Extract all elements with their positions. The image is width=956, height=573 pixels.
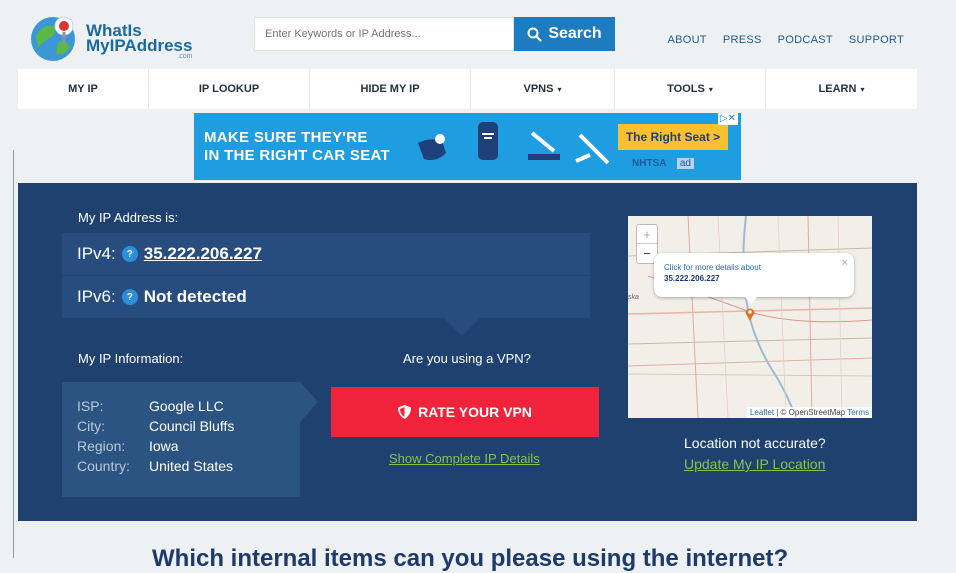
site-header: WhatIs MyIPAddress .com Search ABOUT PRE…: [0, 0, 956, 68]
nav-item-ip-lookup[interactable]: IP LOOKUP: [149, 69, 310, 109]
site-logo[interactable]: WhatIs MyIPAddress .com: [28, 12, 192, 64]
section-heading: Which internal items can you please usin…: [152, 545, 789, 572]
city-value: Council Bluffs: [149, 418, 235, 434]
page-divider: [13, 150, 14, 558]
nav-item-hide-my-ip[interactable]: HIDE MY IP: [310, 69, 471, 109]
nav-label: MY IP: [68, 83, 98, 95]
search-button[interactable]: Search: [514, 17, 615, 51]
top-link-support[interactable]: SUPPORT: [849, 34, 904, 46]
booster-cushion-icon: [528, 131, 560, 160]
rate-vpn-label: RATE YOUR VPN: [418, 404, 532, 420]
nav-item-learn[interactable]: LEARN ▾: [766, 69, 917, 109]
popup-ip: 35.222.206.227: [664, 274, 720, 283]
nav-item-tools[interactable]: TOOLS ▾: [615, 69, 766, 109]
top-link-press[interactable]: PRESS: [723, 34, 762, 46]
ad-sponsor: NHTSA ad: [632, 158, 694, 169]
map-marker-icon[interactable]: [745, 307, 755, 321]
popup-text: Click for more details about: [664, 263, 761, 272]
leaflet-link[interactable]: Leaflet: [750, 408, 774, 417]
vpn-question: Are you using a VPN?: [403, 351, 531, 366]
nav-item-my-ip[interactable]: MY IP: [18, 69, 149, 109]
ipv6-label: IPv6:: [77, 287, 116, 306]
nav-label: LEARN: [818, 83, 857, 95]
ip-info-panel: My IP Address is: IPv4: ? 35.222.206.227…: [18, 183, 917, 521]
globe-logo-icon: [31, 16, 75, 61]
booster-seat-icon: [478, 122, 498, 160]
top-link-about[interactable]: ABOUT: [667, 34, 706, 46]
map-attribution: Leaflet | © OpenStreetMap Terms: [746, 407, 872, 418]
region-key: Region:: [77, 438, 126, 454]
shield-icon: [398, 405, 412, 419]
search-icon: [527, 27, 542, 42]
seat-belt-icon: [575, 133, 610, 165]
search-input[interactable]: [254, 17, 514, 51]
country-value: United States: [149, 458, 234, 474]
nav-label: HIDE MY IP: [360, 83, 420, 95]
map-state-label: ska: [628, 294, 639, 301]
country-key: Country:: [77, 458, 130, 474]
help-icon[interactable]: ?: [121, 289, 138, 305]
chevron-down-icon: ▾: [860, 84, 865, 94]
ipv4-row: IPv4: ? 35.222.206.227: [62, 233, 590, 275]
rate-vpn-button[interactable]: RATE YOUR VPN: [331, 387, 599, 437]
nav-label: TOOLS: [667, 83, 705, 95]
chevron-down-icon: ▾: [708, 84, 713, 94]
top-links: ABOUT PRESS PODCAST SUPPORT: [667, 34, 904, 46]
ad-close-icon[interactable]: ▷✕: [717, 113, 738, 125]
help-icon[interactable]: ?: [121, 246, 138, 262]
location-map[interactable]: + − ska Click for more details about 35.…: [628, 216, 872, 418]
ad-cta-button[interactable]: The Right Seat >: [618, 124, 728, 150]
logo-wordmark: WhatIs MyIPAddress .com: [86, 21, 193, 60]
update-location-link[interactable]: Update My IP Location: [684, 456, 825, 472]
chevron-down-icon: ▾: [557, 84, 562, 94]
region-value: Iowa: [149, 438, 179, 454]
popup-pointer: [744, 296, 758, 304]
show-ip-details-link[interactable]: Show Complete IP Details: [389, 451, 540, 466]
ipv6-value: Not detected: [143, 287, 247, 306]
map-popup[interactable]: Click for more details about 35.222.206.…: [654, 253, 854, 297]
ipv4-label: IPv4:: [77, 244, 116, 263]
info-box-pointer: [300, 382, 318, 422]
search-button-label: Search: [548, 25, 602, 42]
car-seat-ad-banner[interactable]: MAKE SURE THEY'RE IN THE RIGHT CAR SEAT …: [194, 113, 741, 180]
nav-label: IP LOOKUP: [198, 83, 260, 95]
main-nav: MY IP IP LOOKUP HIDE MY IP VPNS ▾ TOOLS ▾ …: [18, 69, 917, 109]
zoom-in-button[interactable]: +: [637, 225, 657, 244]
popup-close-icon[interactable]: ×: [842, 257, 848, 269]
nav-label: VPNS: [523, 83, 554, 95]
isp-key: ISP:: [77, 398, 104, 414]
car-seat-icon: [418, 134, 446, 161]
ad-headline: MAKE SURE THEY'RE IN THE RIGHT CAR SEAT: [204, 129, 391, 164]
ipv4-value[interactable]: 35.222.206.227: [144, 244, 262, 264]
location-question: Location not accurate?: [684, 435, 826, 451]
nav-item-vpns[interactable]: VPNS ▾: [471, 69, 615, 109]
ip-info-label: My IP Information:: [78, 351, 184, 366]
isp-value: Google LLC: [149, 398, 224, 414]
terms-link[interactable]: Terms: [847, 408, 869, 417]
top-link-podcast[interactable]: PODCAST: [778, 34, 833, 46]
ipv6-row: IPv6: ? Not detected: [62, 276, 590, 318]
ip-info-box: ISP: Google LLC City: Council Bluffs Reg…: [62, 382, 300, 497]
ip-box-pointer: [442, 316, 482, 336]
city-key: City:: [77, 418, 105, 434]
my-ip-label: My IP Address is:: [78, 210, 179, 225]
